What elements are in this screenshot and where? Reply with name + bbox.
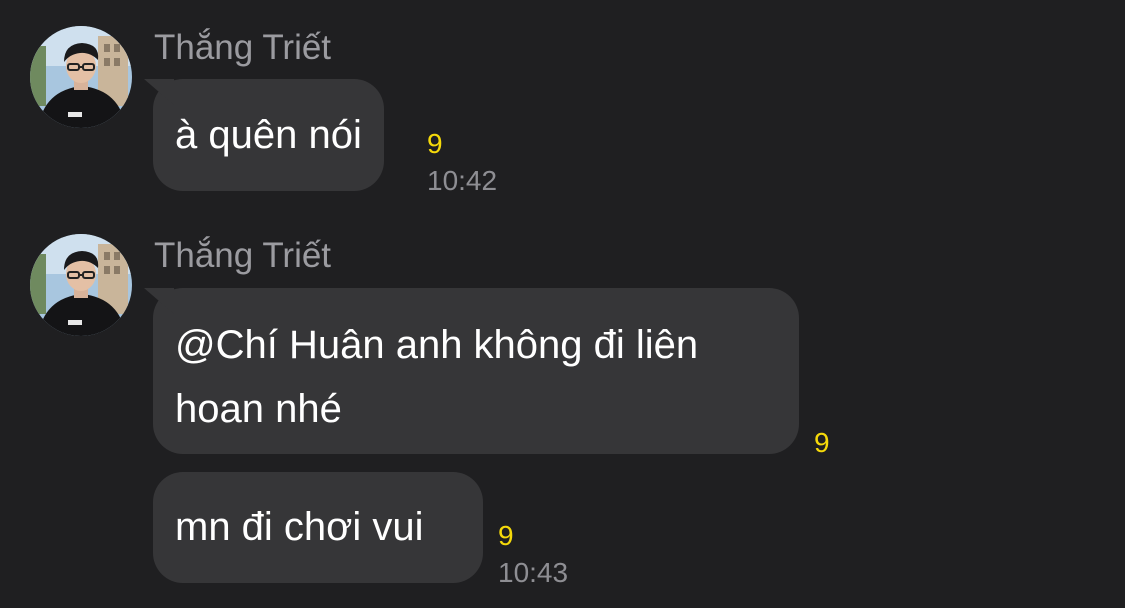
- message-bubble[interactable]: mn đi chơi vui: [153, 472, 483, 583]
- message-bubble[interactable]: à quên nói: [153, 79, 384, 191]
- message-text: mn đi chơi vui: [175, 505, 424, 549]
- sender-name: Thắng Triết: [154, 28, 332, 67]
- avatar[interactable]: [30, 234, 132, 336]
- sender-name: Thắng Triết: [154, 236, 332, 275]
- message-timestamp: 10:43: [498, 557, 569, 588]
- message-text: à quên nói: [175, 113, 362, 157]
- reaction-count[interactable]: 9: [814, 428, 830, 458]
- avatar-photo-icon: [30, 234, 132, 336]
- message-bubble[interactable]: @Chí Huân anh không đi liên hoan nhé: [153, 288, 799, 454]
- avatar[interactable]: [30, 26, 132, 128]
- message-text-line: hoan nhé: [175, 387, 342, 431]
- reaction-count[interactable]: 9: [427, 129, 443, 159]
- reaction-count[interactable]: 9: [498, 521, 514, 551]
- message-text-line: @Chí Huân anh không đi liên: [175, 323, 699, 367]
- chat-thread: Thắng Triết à quên nói 9 10:42 Thắng Tri…: [0, 0, 1125, 608]
- avatar-photo-icon: [30, 26, 132, 128]
- message-timestamp: 10:42: [427, 165, 498, 196]
